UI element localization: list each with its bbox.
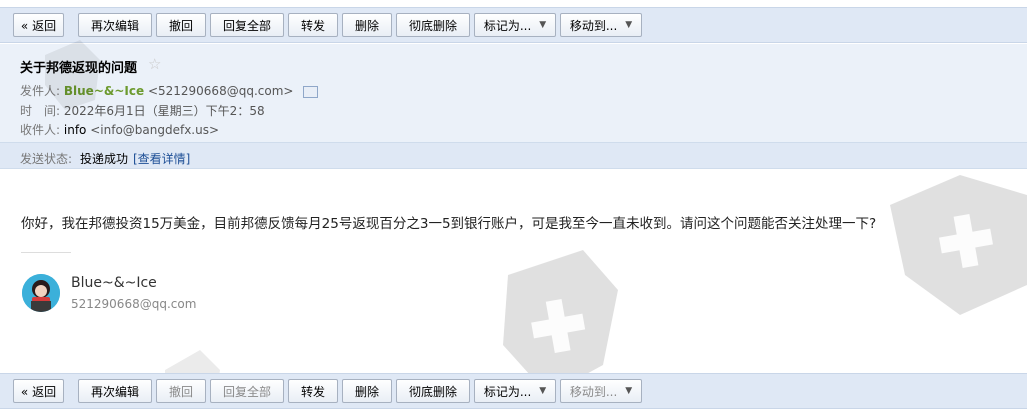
mail-body: 你好，我在邦德投资15万美金，目前邦德反馈每月25号返现百分之3一5到银行账户，…	[21, 216, 877, 232]
mark-as-label: 标记为...	[483, 18, 532, 33]
back-button[interactable]: « 返回	[13, 379, 64, 403]
time-value: 2022年6月1日（星期三）下午2：58	[63, 104, 265, 118]
delete-button[interactable]: 删除	[342, 379, 392, 403]
recall-button[interactable]: 撤回	[156, 379, 206, 403]
move-to-label: 移动到...	[569, 384, 618, 399]
signature-name: Blue~&~Ice	[71, 275, 157, 291]
reply-all-button[interactable]: 回复全部	[210, 13, 284, 37]
sender-name[interactable]: Blue~&~Ice	[64, 84, 144, 98]
reply-all-button[interactable]: 回复全部	[210, 379, 284, 403]
edit-again-button[interactable]: 再次编辑	[78, 13, 152, 37]
back-button[interactable]: « 返回	[13, 13, 64, 37]
recipient-name[interactable]: info	[64, 123, 87, 137]
chevron-down-icon: ▼	[625, 386, 633, 396]
delete-permanently-button[interactable]: 彻底删除	[396, 379, 470, 403]
mail-header: 关于邦德返现的问题 ☆ 发件人: Blue~&~Ice <521290668@q…	[0, 44, 1027, 142]
delete-permanently-button[interactable]: 彻底删除	[396, 13, 470, 37]
status-label: 发送状态:	[20, 152, 73, 166]
status-value: 投递成功	[80, 152, 129, 166]
shield-cross-watermark	[890, 175, 1027, 315]
forward-button[interactable]: 转发	[288, 379, 338, 403]
to-label: 收件人:	[20, 123, 61, 137]
recall-button[interactable]: 撤回	[156, 13, 206, 37]
mail-subject: 关于邦德返现的问题	[20, 61, 138, 76]
bottom-toolbar: « 返回 再次编辑 撤回 回复全部 转发 删除 彻底删除 标记为... ▼ 移动…	[0, 373, 1027, 409]
from-row: 发件人: Blue~&~Ice <521290668@qq.com>	[20, 82, 319, 99]
star-icon[interactable]: ☆	[148, 55, 161, 73]
move-to-label: 移动到...	[569, 18, 618, 33]
signature-email: 521290668@qq.com	[71, 297, 197, 311]
contact-card-icon[interactable]	[303, 85, 319, 98]
time-row: 时 间: 2022年6月1日（星期三）下午2：58	[20, 102, 265, 119]
mark-as-dropdown[interactable]: 标记为... ▼	[474, 379, 556, 403]
sender-address: <521290668@qq.com>	[147, 84, 294, 98]
top-toolbar: « 返回 再次编辑 撤回 回复全部 转发 删除 彻底删除 标记为... ▼ 移动…	[0, 7, 1027, 43]
forward-button[interactable]: 转发	[288, 13, 338, 37]
delete-button[interactable]: 删除	[342, 13, 392, 37]
to-row: 收件人: info <info@bangdefx.us>	[20, 121, 219, 138]
view-details-link[interactable]: [查看详情]	[133, 150, 190, 167]
edit-again-button[interactable]: 再次编辑	[78, 379, 152, 403]
move-to-dropdown[interactable]: 移动到... ▼	[560, 13, 642, 37]
avatar	[22, 274, 60, 312]
chevron-down-icon: ▼	[625, 20, 633, 30]
mark-as-label: 标记为...	[483, 384, 532, 399]
send-status-bar: 发送状态: 投递成功 [查看详情]	[0, 142, 1027, 169]
mark-as-dropdown[interactable]: 标记为... ▼	[474, 13, 556, 37]
signature-divider	[21, 252, 71, 253]
chevron-down-icon: ▼	[539, 386, 547, 396]
time-label: 时 间:	[20, 104, 61, 118]
from-label: 发件人:	[20, 84, 61, 98]
recipient-address: <info@bangdefx.us>	[90, 123, 220, 137]
move-to-dropdown[interactable]: 移动到... ▼	[560, 379, 642, 403]
chevron-down-icon: ▼	[539, 20, 547, 30]
